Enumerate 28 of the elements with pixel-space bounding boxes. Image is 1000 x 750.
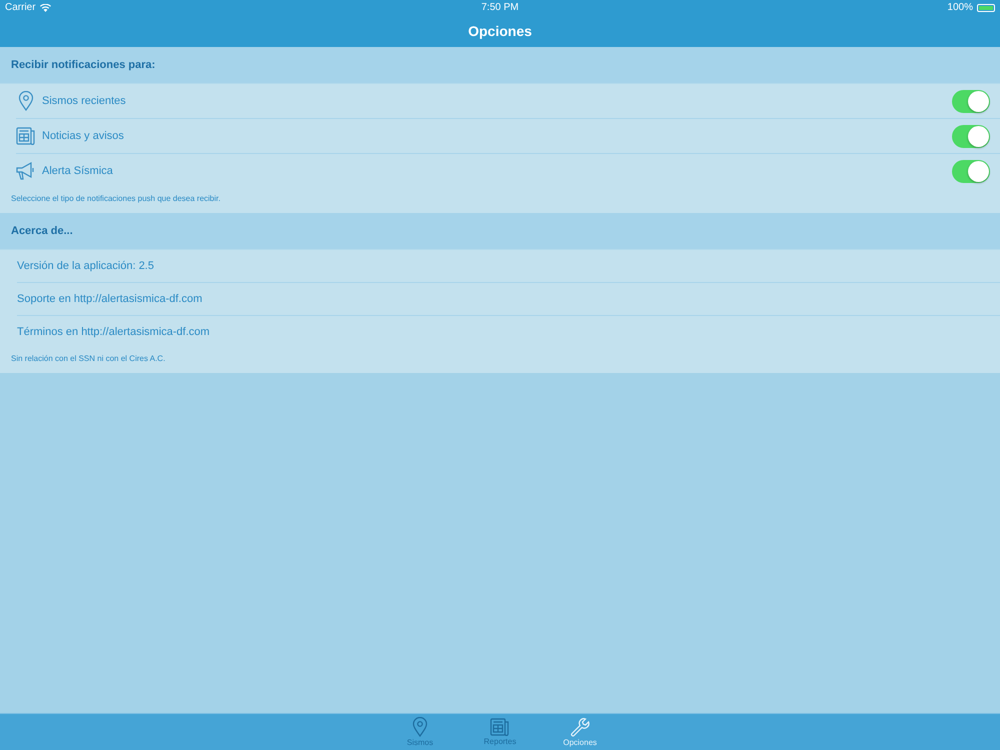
clock-time: 7:50 PM — [481, 2, 519, 13]
about-item: Versión de la aplicación: 2.5 — [17, 260, 154, 272]
setting-label: Alerta Sísmica — [42, 165, 114, 177]
section-header: Recibir notificaciones para: — [11, 59, 156, 71]
tab-item[interactable]: Sismos — [400, 714, 440, 750]
tab-item[interactable]: Reportes — [480, 714, 520, 750]
pin-icon — [412, 717, 428, 737]
pin-icon — [18, 91, 34, 111]
section-header: Acerca de... — [11, 225, 73, 237]
toggle-switch[interactable] — [952, 124, 990, 148]
footer-note: Seleccione el tipo de notificaciones push que desea recibir. — [11, 194, 220, 203]
newspaper-icon — [16, 127, 36, 145]
megaphone-icon — [16, 162, 36, 180]
battery-percent: 100% — [947, 2, 973, 13]
tab-item[interactable]: Opciones — [560, 714, 600, 750]
wrench-icon — [570, 717, 590, 737]
about-item[interactable]: Soporte en http://alertasismica-df.com — [17, 293, 202, 305]
footer-note: Sin relación con el SSN ni con el Cires A.C. — [11, 354, 166, 363]
battery-icon — [977, 4, 995, 12]
newspaper-icon — [490, 718, 510, 736]
toggle-switch[interactable] — [952, 160, 990, 182]
setting-label: Sismos recientes — [42, 95, 127, 107]
toggle-switch[interactable] — [952, 90, 990, 112]
setting-label: Noticias y avisos — [42, 130, 125, 142]
wifi-icon — [40, 4, 51, 12]
nav-title: Opciones — [468, 23, 532, 39]
carrier-label: Carrier — [5, 2, 36, 13]
about-item[interactable]: Términos en http://alertasismica-df.com — [17, 326, 210, 338]
